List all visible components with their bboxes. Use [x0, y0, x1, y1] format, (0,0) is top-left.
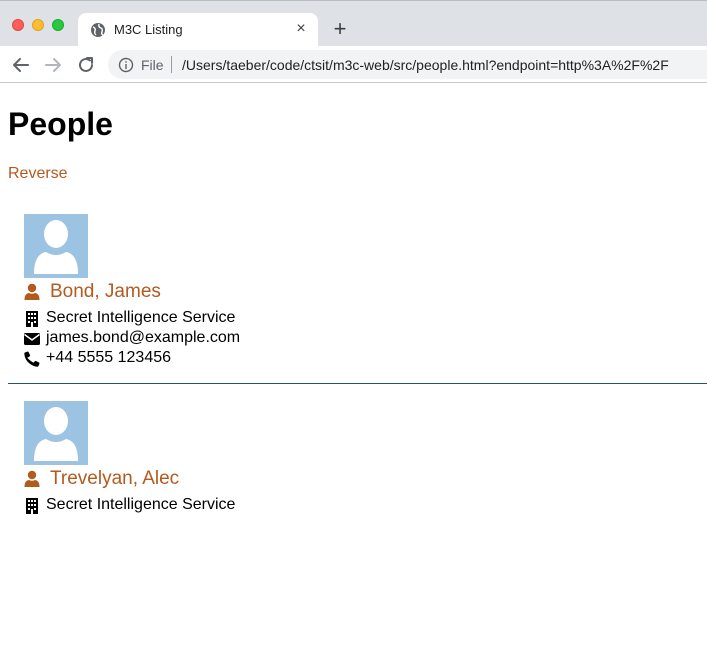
email-text: james.bond@example.com — [46, 329, 241, 346]
phone-icon — [24, 351, 40, 367]
organization-text: Secret Intelligence Service — [46, 309, 236, 326]
tab-close-icon[interactable]: × — [292, 20, 310, 38]
reload-icon[interactable] — [75, 54, 97, 76]
back-arrow-icon[interactable] — [10, 54, 32, 76]
browser-toolbar: File /Users/taeber/code/ctsit/m3c-web/sr… — [0, 46, 707, 83]
organization-text: Secret Intelligence Service — [46, 496, 236, 513]
info-icon[interactable] — [118, 57, 134, 73]
maximize-window-button[interactable] — [52, 19, 64, 31]
person-name-link[interactable]: Trevelyan, Alec — [50, 468, 179, 490]
user-icon — [24, 283, 40, 300]
globe-icon — [91, 23, 105, 37]
url-separator — [171, 56, 172, 73]
close-window-button[interactable] — [12, 19, 24, 31]
address-bar[interactable]: File /Users/taeber/code/ctsit/m3c-web/sr… — [108, 50, 707, 79]
user-icon — [24, 470, 40, 487]
person-name-link[interactable]: Bond, James — [50, 281, 161, 303]
browser-tab[interactable]: M3C Listing × — [78, 13, 318, 47]
tab-title: M3C Listing — [114, 22, 183, 37]
url-text[interactable]: /Users/taeber/code/ctsit/m3c-web/src/peo… — [182, 57, 669, 73]
person-divider — [8, 383, 707, 384]
browser-tabstrip: M3C Listing × + — [0, 0, 707, 47]
building-icon — [26, 311, 38, 327]
reverse-link[interactable]: Reverse — [8, 165, 68, 183]
building-icon — [26, 498, 38, 514]
forward-arrow-icon[interactable] — [42, 54, 64, 76]
page-title: People — [8, 106, 113, 142]
minimize-window-button[interactable] — [32, 19, 44, 31]
avatar — [24, 214, 88, 278]
url-scheme-label: File — [141, 57, 164, 73]
phone-text: +44 5555 123456 — [46, 349, 172, 366]
avatar — [24, 401, 88, 465]
new-tab-button[interactable]: + — [329, 18, 351, 40]
envelope-icon — [24, 333, 40, 345]
